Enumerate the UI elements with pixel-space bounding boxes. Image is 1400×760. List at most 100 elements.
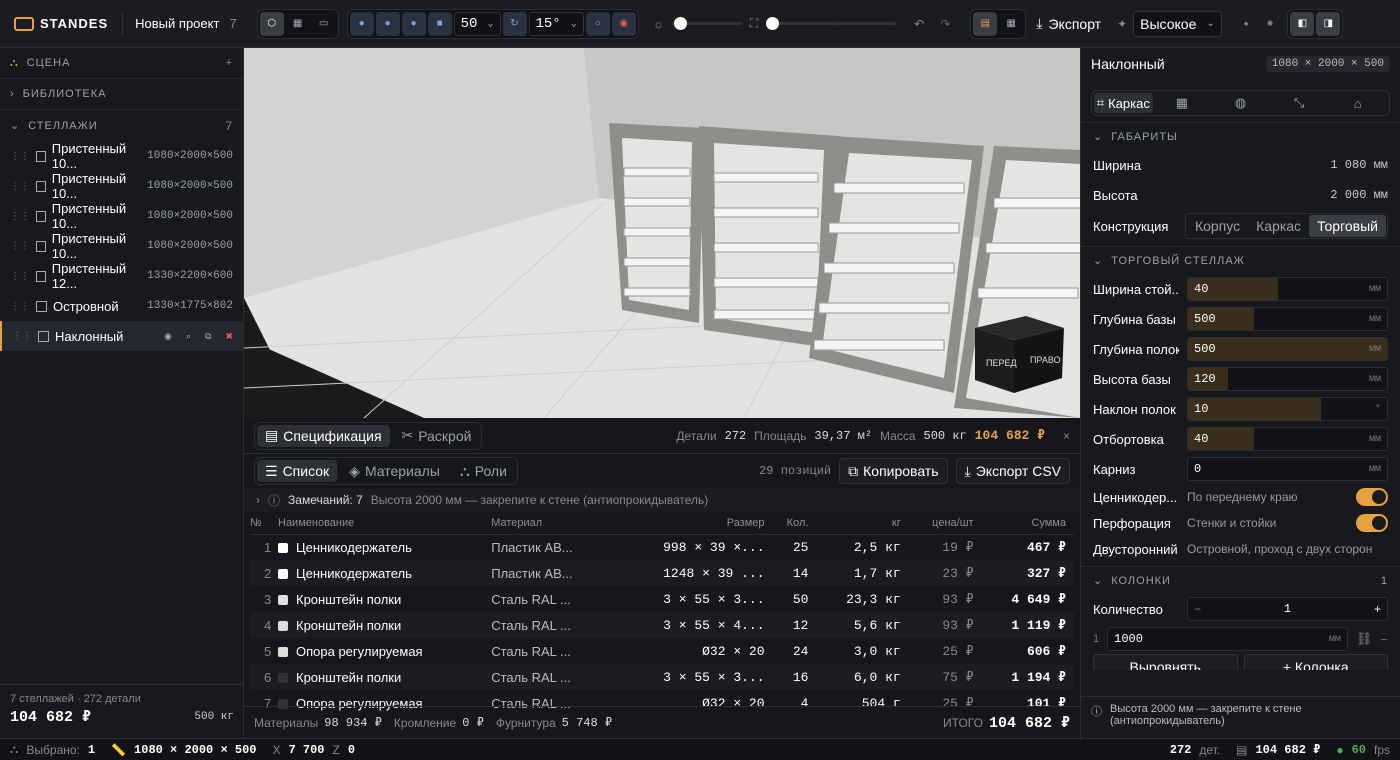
column-header[interactable]: Кол. [772,512,817,535]
record-icon[interactable]: ◉ [611,11,636,36]
export-csv-button[interactable]: ⤓ Экспорт CSV [955,458,1070,484]
cube-right-label[interactable]: ПРАВО [1030,355,1061,365]
project-name[interactable]: Новый проект 7 [122,11,249,36]
export-button[interactable]: ⤓ Экспорт [1026,9,1111,39]
column-header[interactable]: кг [816,512,909,535]
doc-icon[interactable]: ▤ [973,11,998,36]
tab-home[interactable]: ⌂ [1328,93,1387,113]
3d-viewport[interactable]: ПЕРЕД ПРАВО [244,48,1080,418]
tab-materials[interactable]: ◈ Материалы [341,460,448,482]
dims-section[interactable]: ⌄ ГАБАРИТЫ [1081,122,1400,150]
trade-field-input[interactable]: 120 мм [1187,367,1388,391]
add-column-button[interactable]: + Колонка [1243,654,1388,670]
tab-roles[interactable]: ⛬ Роли [452,460,515,482]
rack-1[interactable] [609,123,704,323]
column-header[interactable]: Размер [611,512,773,535]
snap-icon-2[interactable]: ● [375,11,400,36]
table-row[interactable]: 6 Кронштейн полки Сталь RAL ... 3 × 55 × 3.… [250,664,1074,690]
table-row[interactable]: 1 Ценникодержатель Пластик АВ... 998 × 39 ×… [250,534,1074,560]
scene-section[interactable]: ⛬ СЦЕНА + [0,48,243,79]
trade-field-input[interactable]: 40 мм [1187,427,1388,451]
rack-list-item[interactable]: ⋮⋮ Наклонный ◉ ⌕ ⧉ ✖ [0,321,243,351]
notes-bar[interactable]: › ⓘ Замечаний: 7 Высота 2000 мм — закрепит… [244,488,1080,512]
close-icon[interactable]: × [1063,429,1070,443]
align-button[interactable]: Выровнять [1093,654,1238,670]
tab-cut[interactable]: ✂ Раскрой [394,425,480,447]
table-row[interactable]: 3 Кронштейн полки Сталь RAL ... 3 × 55 × 3.… [250,586,1074,612]
option-frame[interactable]: Каркас [1248,215,1309,237]
grid-view-icon[interactable]: ▦ [286,12,310,36]
column-width-input[interactable]: 1000 мм [1107,627,1348,651]
rack-list-item[interactable]: ⋮⋮ Пристенный 10... 1080×2000×500 [0,231,243,261]
table-row[interactable]: 2 Ценникодержатель Пластик АВ... 1248 × 39 … [250,560,1074,586]
light-slider[interactable] [671,17,742,30]
column-header[interactable]: цена/шт [908,512,982,535]
right-panel-icon[interactable]: ◨ [1316,11,1341,36]
rack-list-item[interactable]: ⋮⋮ Пристенный 10... 1080×2000×500 [0,171,243,201]
price-holder-toggle[interactable] [1356,488,1388,506]
tab-dimension[interactable]: ⤡ [1270,93,1329,113]
tab-frame[interactable]: ⌗ Каркас [1094,93,1153,113]
flat-view-icon[interactable]: ▭ [312,12,336,36]
left-panel-icon[interactable]: ◧ [1290,11,1315,36]
option-body[interactable]: Корпус [1187,215,1248,237]
apps-icon[interactable]: ▦ [999,12,1023,36]
rack-3[interactable] [809,136,984,393]
drag-handle-icon[interactable]: ⋮⋮ [10,241,30,252]
column-header[interactable]: Сумма [981,512,1074,535]
option-trade[interactable]: Торговый [1309,215,1386,237]
fov-slider[interactable] [766,17,837,30]
lock-icon[interactable]: ⌕ [186,331,191,342]
quantity-stepper[interactable]: −1 + [1187,597,1388,621]
orientation-cube[interactable]: ПЕРЕД ПРАВО [975,316,1064,393]
trade-section[interactable]: ⌄ ТОРГОВЫЙ СТЕЛЛАЖ [1081,246,1400,274]
copy-button[interactable]: ⧉ Копировать [839,458,948,484]
drag-handle-icon[interactable]: ⋮⋮ [10,181,30,192]
column-header[interactable]: Наименование [278,512,492,535]
plus-icon[interactable]: + [1374,602,1381,616]
library-section[interactable]: › БИБЛИОТЕКА [0,79,243,110]
remove-icon[interactable]: − [1380,632,1388,647]
grid-select[interactable]: 50 ⌄ [453,11,501,36]
cube-front-label[interactable]: ПЕРЕД [986,358,1017,368]
table-row[interactable]: 4 Кронштейн полки Сталь RAL ... 3 × 55 × 4.… [250,612,1074,638]
redo-icon[interactable]: ↷ [940,17,950,31]
snap-icon-3[interactable]: ● [401,11,426,36]
tab-palette[interactable]: ◍ [1211,93,1270,113]
tab-grid[interactable]: ▦ [1153,93,1212,113]
cube-view-icon[interactable]: ⬡ [259,11,284,36]
trade-field-input[interactable]: 10 ° [1187,397,1388,421]
rack-list-item[interactable]: ⋮⋮ Пристенный 10... 1080×2000×500 [0,141,243,171]
perforation-toggle[interactable] [1356,514,1388,532]
trade-field-input[interactable]: 0 мм [1187,457,1388,481]
rack-list-item[interactable]: ⋮⋮ Островной 1330×1775×802 [0,291,243,321]
add-icon[interactable]: + [226,57,233,69]
scene-render[interactable]: ПЕРЕД ПРАВО [244,48,1080,418]
snap-icon-1[interactable]: ● [349,11,374,36]
column-header[interactable]: № [250,512,278,535]
trade-field-input[interactable]: 500 мм [1187,307,1388,331]
undo-icon[interactable]: ↶ [914,17,924,31]
drag-handle-icon[interactable]: ⋮⋮ [10,151,30,162]
column-header[interactable]: Материал [491,512,612,535]
tab-list[interactable]: ☰ Список [257,460,338,482]
minus-icon[interactable]: − [1194,602,1201,616]
duplicate-icon[interactable]: ⧉ [205,331,211,342]
link-icon[interactable]: ⛓ [1356,631,1373,647]
drag-handle-icon[interactable]: ⋮⋮ [10,211,30,222]
quality-select[interactable]: Высокое ⌄ [1133,10,1222,37]
eye-icon[interactable]: ◉ [164,331,172,342]
snap-icon-4[interactable]: ■ [427,11,452,36]
delete-icon[interactable]: ✖ [225,331,233,342]
sun-icon[interactable]: ✺ [1267,19,1274,28]
rack-list-item[interactable]: ⋮⋮ Пристенный 12... 1330×2200×600 [0,261,243,291]
drag-handle-icon[interactable]: ⋮⋮ [10,301,30,312]
trade-field-input[interactable]: 500 мм [1187,337,1388,361]
columns-section[interactable]: ⌄ КОЛОНКИ 1 [1081,566,1400,594]
app-logo[interactable]: STANDES [0,16,122,31]
rack-list-item[interactable]: ⋮⋮ Пристенный 10... 1080×2000×500 [0,201,243,231]
racks-section[interactable]: ⌄ СТЕЛЛАЖИ 7 [0,110,243,141]
table-row[interactable]: 5 Опора регулируемая Сталь RAL ... Ø32 × 20… [250,638,1074,664]
drag-handle-icon[interactable]: ⋮⋮ [10,271,30,282]
tab-spec[interactable]: ▤ Спецификация [257,424,390,447]
